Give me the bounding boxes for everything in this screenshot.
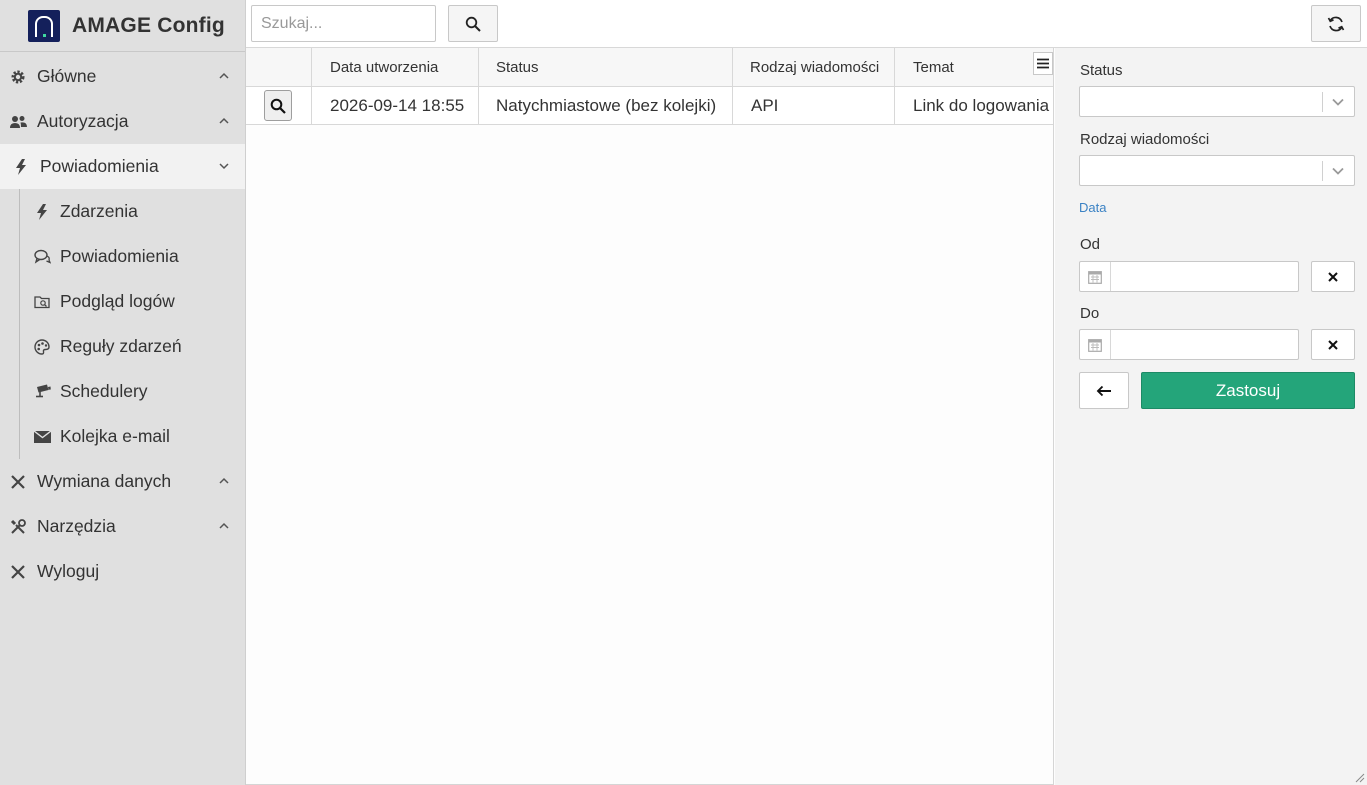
filter-to-date-input[interactable] <box>1079 329 1299 360</box>
arrow-left-icon <box>1096 385 1111 396</box>
sidebar-subitem-label: Zdarzenia <box>60 201 138 221</box>
folder-search-icon <box>33 295 51 309</box>
search-button[interactable] <box>448 5 498 42</box>
clear-to-date-button[interactable] <box>1311 329 1355 360</box>
chat-bubbles-icon <box>33 249 51 264</box>
refresh-icon <box>1327 16 1345 31</box>
sidebar-subitem-reguly-zdarzen[interactable]: Reguły zdarzeń <box>20 324 245 369</box>
sidebar-subitem-label: Reguły zdarzeń <box>60 336 182 356</box>
hamburger-menu-icon <box>1037 58 1049 69</box>
row-actions-cell <box>246 87 312 124</box>
column-header-type[interactable]: Rodzaj wiadomości <box>733 48 895 86</box>
cell-status: Natychmiastowe (bez kolejki) <box>479 87 733 124</box>
table-row[interactable]: 2026-09-14 18:55 Natychmiastowe (bez kol… <box>246 87 1053 125</box>
sidebar-item-label: Główne <box>37 66 97 86</box>
row-view-button[interactable] <box>264 90 292 121</box>
app-title: AMAGE Config <box>72 13 225 37</box>
sidebar-item-powiadomienia[interactable]: Powiadomienia <box>0 144 245 189</box>
sidebar-subitem-label: Kolejka e-mail <box>60 426 170 446</box>
sidebar-subitem-zdarzenia[interactable]: Zdarzenia <box>20 189 245 234</box>
filter-panel: Status Rodzaj wiadomości Data Od Do Zast… <box>1055 48 1367 785</box>
chevron-down-icon <box>1332 167 1344 175</box>
filter-type-label: Rodzaj wiadomości <box>1080 131 1210 148</box>
grid-header: Data utworzenia Status Rodzaj wiadomości… <box>246 48 1053 87</box>
sidebar-subitem-label: Podgląd logów <box>60 291 175 311</box>
select-divider <box>1322 92 1323 112</box>
close-x-icon <box>9 474 27 489</box>
grid-header-actions <box>246 48 312 86</box>
filter-from-date-input[interactable] <box>1079 261 1299 292</box>
sidebar-item-wymiana-danych[interactable]: Wymiana danych <box>0 459 245 504</box>
app-logo-icon <box>28 9 60 42</box>
select-divider <box>1322 161 1323 181</box>
filter-type-select[interactable] <box>1079 155 1355 186</box>
sidebar-item-label: Wymiana danych <box>37 471 172 491</box>
back-button[interactable] <box>1079 372 1129 409</box>
sidebar-item-wyloguj[interactable]: Wyloguj <box>0 549 245 594</box>
envelope-icon <box>33 430 51 443</box>
search-input[interactable] <box>251 5 436 42</box>
sidebar-item-label: Autoryzacja <box>37 111 129 131</box>
tools-icon <box>9 518 27 535</box>
notifications-grid: Data utworzenia Status Rodzaj wiadomości… <box>246 48 1054 785</box>
filter-from-label: Od <box>1080 236 1101 253</box>
gear-icon <box>9 69 27 85</box>
filter-status-label: Status <box>1080 62 1123 79</box>
chevron-up-icon <box>219 72 229 79</box>
clear-from-date-button[interactable] <box>1311 261 1355 292</box>
sidebar-item-glowne[interactable]: Główne <box>0 54 245 99</box>
cell-type: API <box>733 87 895 124</box>
column-header-subject[interactable]: Temat <box>895 48 1053 86</box>
column-header-date[interactable]: Data utworzenia <box>312 48 479 86</box>
brand-header[interactable]: AMAGE Config <box>0 0 245 52</box>
chevron-up-icon <box>219 117 229 124</box>
calendar-icon[interactable] <box>1080 330 1111 359</box>
filter-to-label: Do <box>1080 305 1100 322</box>
filter-date-section-title: Data <box>1079 200 1107 215</box>
bolt-icon <box>12 158 30 175</box>
close-icon <box>1328 271 1338 282</box>
column-menu-button[interactable] <box>1033 52 1053 75</box>
chevron-down-icon <box>1332 98 1344 106</box>
refresh-button[interactable] <box>1311 5 1361 42</box>
close-x-icon <box>9 564 27 579</box>
sidebar-subitem-powiadomienia[interactable]: Powiadomienia <box>20 234 245 279</box>
sidebar-item-label: Powiadomienia <box>40 156 159 176</box>
resize-grip-icon[interactable] <box>1353 771 1365 783</box>
camera-icon <box>33 384 51 399</box>
sidebar-subitem-schedulery[interactable]: Schedulery <box>20 369 245 414</box>
apply-button[interactable]: Zastosuj <box>1141 372 1355 409</box>
cell-date: 2026-09-14 18:55 <box>312 87 479 124</box>
close-icon <box>1328 339 1338 350</box>
cell-subject: Link do logowania do systemu <box>913 95 1053 115</box>
chevron-up-icon <box>219 522 229 529</box>
search-icon <box>270 98 286 114</box>
sidebar-subitem-label: Powiadomienia <box>60 246 179 266</box>
sidebar-item-label: Wyloguj <box>37 561 100 581</box>
sidebar-item-label: Narzędzia <box>37 516 116 536</box>
calendar-icon[interactable] <box>1080 262 1111 291</box>
users-icon <box>9 115 27 129</box>
sidebar-subitem-label: Schedulery <box>60 381 148 401</box>
filter-status-select[interactable] <box>1079 86 1355 117</box>
sidebar-item-autoryzacja[interactable]: Autoryzacja <box>0 99 245 144</box>
column-header-status[interactable]: Status <box>479 48 733 86</box>
chevron-up-icon <box>219 477 229 484</box>
bolt-icon <box>33 203 51 220</box>
search-icon <box>465 16 481 32</box>
palette-icon <box>33 338 51 355</box>
sidebar: AMAGE Config Główne Autoryzacja Powiadom… <box>0 0 246 785</box>
sidebar-subitem-podglad-logow[interactable]: Podgląd logów <box>20 279 245 324</box>
sidebar-item-narzedzia[interactable]: Narzędzia <box>0 504 245 549</box>
top-toolbar <box>246 0 1367 48</box>
chevron-down-icon <box>219 163 229 170</box>
sidebar-subitem-kolejka-email[interactable]: Kolejka e-mail <box>20 414 245 459</box>
